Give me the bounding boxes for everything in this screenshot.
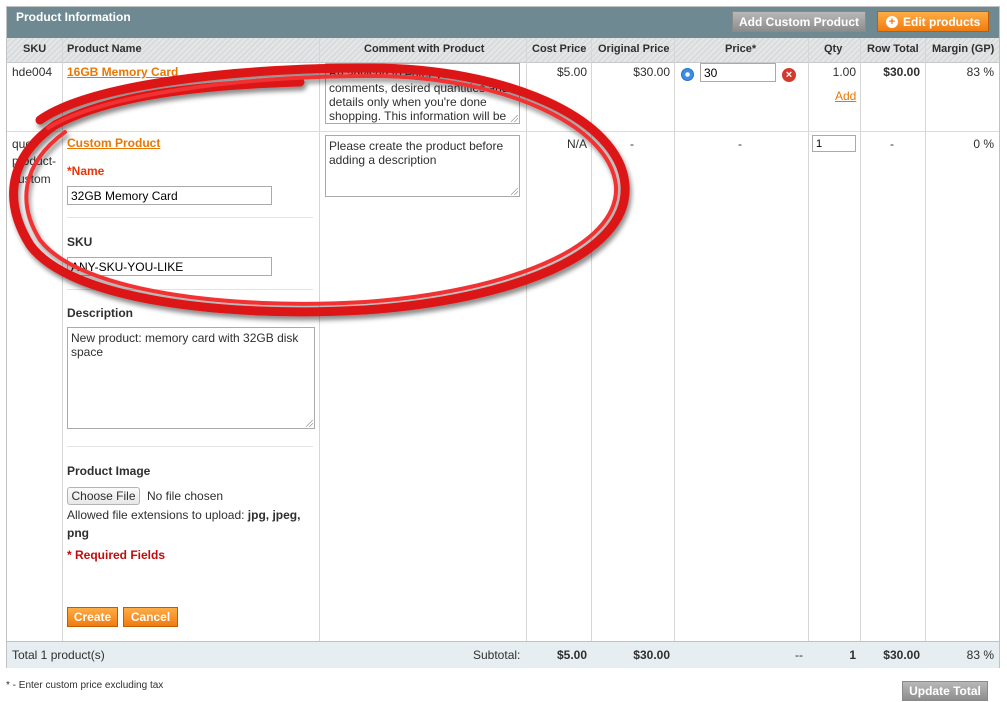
product-image-label: Product Image [67, 464, 151, 478]
product-information-panel: Product Information Add Custom Product +… [6, 6, 1000, 668]
row2-sku-line2: product- [12, 154, 57, 168]
edit-products-label: Edit products [903, 15, 981, 29]
row1-cost-price: $5.00 [556, 65, 587, 79]
choose-file-button[interactable]: Choose File [67, 487, 140, 505]
column-divider [526, 38, 527, 641]
column-divider [925, 38, 926, 641]
form-separator [67, 446, 313, 447]
row1-product-link[interactable]: 16GB Memory Card [67, 65, 178, 79]
row2-qty-input[interactable] [812, 135, 856, 152]
row1-row-total: $30.00 [883, 65, 920, 79]
column-original-price: Original Price [598, 43, 670, 55]
plus-circle-icon: + [886, 16, 898, 28]
resize-grip-icon[interactable] [511, 115, 518, 122]
row2-row-total: - [890, 137, 894, 151]
sku-label: SKU [67, 235, 93, 249]
form-separator [67, 289, 313, 290]
description-label: Description [67, 306, 134, 320]
column-divider [808, 38, 809, 641]
resize-grip-icon[interactable] [511, 188, 518, 195]
name-label: *Name [67, 164, 104, 178]
allowed-extensions-png: png [67, 526, 89, 540]
subtotal-cost: $5.00 [556, 648, 587, 662]
no-file-chosen-text: No file chosen [147, 489, 224, 503]
description-textarea[interactable]: New product: memory card with 32GB disk … [67, 327, 315, 429]
column-divider [319, 38, 320, 641]
row1-price-input[interactable] [700, 63, 776, 82]
subtotal-margin: 83 % [966, 648, 994, 662]
row-divider [7, 131, 999, 132]
allowed-extensions-text: Allowed file extensions to upload: jpg, … [67, 506, 312, 542]
custom-price-radio[interactable] [681, 68, 694, 81]
row1-comment-textarea[interactable]: Be advised to enter your comments, desir… [325, 63, 520, 124]
subtotal-original: $30.00 [633, 648, 670, 662]
column-sku: SKU [23, 43, 47, 55]
total-products: Total 1 product(s) [12, 648, 105, 662]
required-fields-note: * Required Fields [67, 548, 166, 562]
column-price: Price* [725, 43, 757, 55]
row1-sku: hde004 [12, 65, 53, 79]
allowed-extensions-prefix: Allowed file extensions to upload: [67, 508, 248, 522]
panel-title: Product Information [16, 10, 131, 24]
table-header: SKU Product Name Comment with Product Co… [7, 38, 999, 63]
remove-price-icon[interactable]: × [782, 68, 796, 82]
row2-sku-line1: quo [12, 137, 33, 151]
subtotal-qty: 1 [849, 648, 856, 662]
column-product-name: Product Name [67, 43, 142, 55]
row1-comment-text: Be advised to enter your comments, desir… [329, 67, 509, 123]
row2-price: - [738, 137, 742, 151]
column-divider [62, 38, 63, 641]
custom-sku-input[interactable] [67, 257, 272, 276]
totals-row: Total 1 product(s) Subtotal: $5.00 $30.0… [7, 641, 999, 668]
name-label-text: Name [71, 164, 105, 178]
row2-margin: 0 % [973, 137, 994, 151]
row2-product-link[interactable]: Custom Product [67, 136, 160, 150]
row2-original-price: - [630, 137, 634, 151]
subtotal-row-total: $30.00 [883, 648, 920, 662]
row2-comment-text: Please create the product before adding … [329, 139, 504, 167]
row1-original-price: $30.00 [633, 65, 670, 79]
column-divider [591, 38, 592, 641]
column-comment: Comment with Product [364, 43, 485, 55]
resize-grip-icon[interactable] [306, 420, 313, 427]
column-qty: Qty [824, 43, 843, 55]
column-row-total: Row Total [867, 43, 919, 55]
create-button[interactable]: Create [67, 607, 118, 627]
subtotal-price: -- [795, 648, 803, 662]
row1-qty: 1.00 [832, 65, 856, 79]
column-cost-price: Cost Price [532, 43, 587, 55]
row1-add-link[interactable]: Add [835, 89, 856, 103]
cancel-button[interactable]: Cancel [123, 607, 178, 627]
column-divider [860, 38, 861, 641]
custom-name-input[interactable] [67, 186, 272, 205]
row2-comment-textarea[interactable]: Please create the product before adding … [325, 135, 520, 197]
update-total-button[interactable]: Update Total [902, 681, 988, 701]
add-custom-product-button[interactable]: Add Custom Product [732, 11, 866, 32]
row2-sku-line3: custom [12, 172, 51, 186]
form-separator [67, 217, 313, 218]
subtotal-label: Subtotal: [473, 648, 521, 662]
custom-price-note: * - Enter custom price excluding tax [6, 680, 164, 691]
column-divider [674, 38, 675, 641]
row1-margin: 83 % [966, 65, 994, 79]
row2-cost-price: N/A [566, 137, 587, 151]
description-text: New product: memory card with 32GB disk … [71, 331, 299, 359]
column-margin: Margin (GP) [932, 43, 995, 55]
edit-products-button[interactable]: + Edit products [877, 11, 989, 32]
panel-header: Product Information Add Custom Product +… [7, 7, 999, 38]
allowed-extensions-list: jpg, jpeg, [247, 508, 301, 522]
